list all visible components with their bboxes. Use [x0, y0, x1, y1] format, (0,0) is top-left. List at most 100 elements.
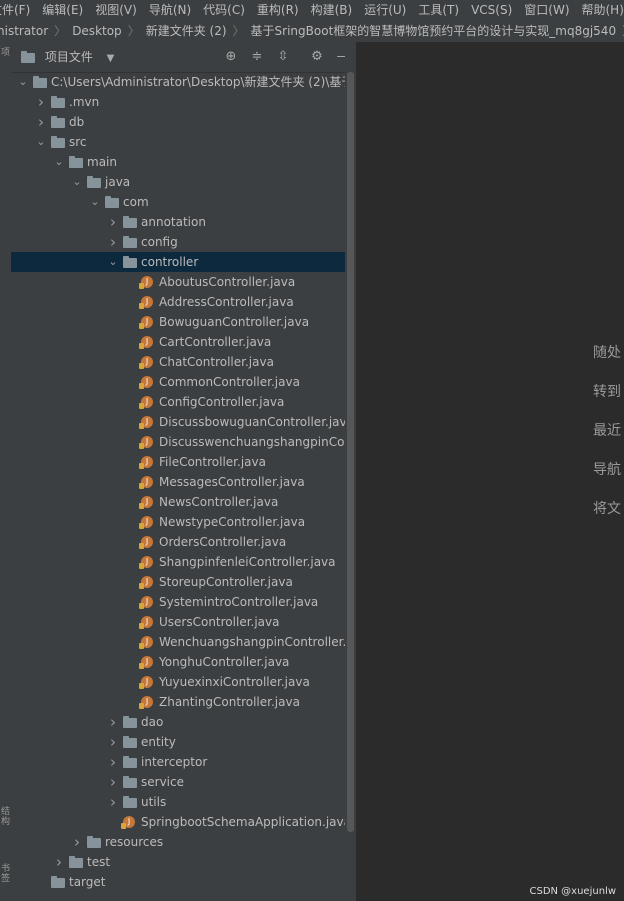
chevron-right-icon[interactable]: › [107, 232, 119, 252]
chevron-right-icon[interactable]: › [107, 772, 119, 792]
chevron-down-icon[interactable]: ⌄ [71, 172, 83, 192]
menu-item[interactable]: 编辑(E) [42, 0, 83, 20]
chevron-down-icon[interactable]: ⌄ [35, 132, 47, 152]
menu-item[interactable]: 代码(C) [203, 0, 245, 20]
menu-item[interactable]: 帮助(H) [582, 0, 624, 20]
tree-row-java-file[interactable]: J CartController.java [11, 332, 356, 352]
tree-item-label: config [141, 235, 178, 249]
tree-row-java-file[interactable]: J AddressController.java [11, 292, 356, 312]
stripe-structure-tab[interactable]: 结构 [0, 807, 11, 827]
breadcrumb-item[interactable]: Desktop [72, 20, 122, 42]
breadcrumb-item[interactable]: nistrator [0, 20, 48, 42]
tree-row-folder[interactable]: ⌄ main [11, 152, 356, 172]
tree-row-folder[interactable]: › utils [11, 792, 356, 812]
tree-row-java-file[interactable]: J AboutusController.java [11, 272, 356, 292]
tree-row-folder[interactable]: ⌄ controller [11, 252, 356, 272]
menu-item[interactable]: 视图(V) [95, 0, 137, 20]
gear-icon[interactable]: ⚙ [309, 49, 325, 65]
tree-row-folder[interactable]: › annotation [11, 212, 356, 232]
java-class-icon: J [139, 636, 153, 649]
chevron-right-icon[interactable]: › [107, 712, 119, 732]
breadcrumb-item[interactable]: 基于SringBoot框架的智慧博物馆预约平台的设计与实现_mq8gj540 [251, 20, 617, 42]
stripe-bookmarks-tab[interactable]: 书签 [0, 864, 11, 884]
tree-row-java-file[interactable]: J ShangpinfenleiController.java [11, 552, 356, 572]
tree-row-folder[interactable]: › db [11, 112, 356, 132]
tree-row-java-file[interactable]: J ChatController.java [11, 352, 356, 372]
tree-row-folder[interactable]: › service [11, 772, 356, 792]
menu-item[interactable]: 窗口(W) [524, 0, 569, 20]
chevron-down-icon[interactable]: ⌄ [89, 192, 101, 212]
chevron-right-icon[interactable]: › [107, 752, 119, 772]
java-class-icon: J [139, 416, 153, 429]
tree-row-folder[interactable]: › entity [11, 732, 356, 752]
tree-item-label: annotation [141, 215, 206, 229]
tree-row-java-file[interactable]: J StoreupController.java [11, 572, 356, 592]
tree-row-java-file[interactable]: J SpringbootSchemaApplication.java [11, 812, 356, 832]
menu-item[interactable]: 工具(T) [418, 0, 459, 20]
tree-row-folder[interactable]: › dao [11, 712, 356, 732]
java-class-icon: J [121, 816, 135, 829]
tree-row-java-file[interactable]: J NewsController.java [11, 492, 356, 512]
folder-icon [69, 156, 83, 168]
tree-row-java-file[interactable]: J BowuguanController.java [11, 312, 356, 332]
chevron-right-icon[interactable]: › [107, 792, 119, 812]
chevron-right-icon[interactable]: › [71, 832, 83, 852]
tree-row-java-file[interactable]: J ZhantingController.java [11, 692, 356, 712]
chevron-right-icon[interactable]: › [35, 112, 47, 132]
tree-item-label: NewstypeController.java [159, 515, 306, 529]
scrollbar-thumb[interactable] [347, 72, 354, 832]
menu-item[interactable]: 构建(B) [311, 0, 353, 20]
tree-row-java-file[interactable]: J WenchuangshangpinController.jav [11, 632, 356, 652]
tree-row-folder[interactable]: › resources [11, 832, 356, 852]
tree-row-folder[interactable]: › .mvn [11, 92, 356, 112]
chevron-down-icon[interactable]: ⌄ [17, 72, 29, 92]
expand-all-icon[interactable]: ≑ [249, 49, 265, 65]
tree-row-folder[interactable]: › interceptor [11, 752, 356, 772]
editor-hint-goto-file: 转到 [593, 384, 621, 400]
tree-row-folder[interactable]: › config [11, 232, 356, 252]
project-view-selector[interactable]: 项目文件 ▼ [21, 42, 114, 72]
crosshair-icon[interactable]: ⊕ [223, 49, 239, 65]
tree-row-folder[interactable]: ⌄ java [11, 172, 356, 192]
tree-row-java-file[interactable]: J YuyuexinxiController.java [11, 672, 356, 692]
tree-row-java-file[interactable]: J ConfigController.java [11, 392, 356, 412]
project-panel: 项目文件 ▼ ⊕ ≑ ⇳ ⚙ — ⌄ C:\Users\Administrator… [11, 42, 356, 901]
collapse-all-icon[interactable]: ⇳ [275, 49, 291, 65]
tree-scrollbar[interactable] [345, 42, 356, 901]
chevron-right-icon[interactable]: › [107, 732, 119, 752]
tree-row-java-file[interactable]: J SystemintroController.java [11, 592, 356, 612]
editor-hint-navigation-bar: 导航 [593, 462, 621, 478]
menu-item[interactable]: 重构(R) [257, 0, 299, 20]
tree-row-java-file[interactable]: J FileController.java [11, 452, 356, 472]
tree-row-folder[interactable]: › test [11, 852, 356, 872]
tree-row-java-file[interactable]: J CommonController.java [11, 372, 356, 392]
menu-item[interactable]: 文件(F) [0, 0, 30, 20]
java-class-icon: J [139, 476, 153, 489]
chevron-right-icon[interactable]: › [107, 212, 119, 232]
menu-item[interactable]: 导航(N) [149, 0, 191, 20]
menu-item[interactable]: VCS(S) [471, 0, 512, 20]
tree-row-java-file[interactable]: J NewstypeController.java [11, 512, 356, 532]
java-class-icon: J [139, 336, 153, 349]
tree-row-folder[interactable]: ⌄ C:\Users\Administrator\Desktop\新建文件夹 (2… [11, 72, 356, 92]
tree-row-java-file[interactable]: J YonghuController.java [11, 652, 356, 672]
folder-icon [51, 136, 65, 148]
tree-row-folder[interactable]: ⌄ com [11, 192, 356, 212]
breadcrumb-item[interactable]: 新建文件夹 (2) [146, 20, 227, 42]
chevron-down-icon[interactable]: ▼ [107, 53, 115, 64]
tree-row-folder[interactable]: target [11, 872, 356, 892]
folder-icon [87, 176, 101, 188]
chevron-down-icon[interactable]: ⌄ [53, 152, 65, 172]
tree-row-folder[interactable]: ⌄ src [11, 132, 356, 152]
folder-icon [123, 216, 137, 228]
chevron-down-icon[interactable]: ⌄ [107, 252, 119, 272]
menu-item[interactable]: 运行(U) [364, 0, 406, 20]
tree-row-java-file[interactable]: J MessagesController.java [11, 472, 356, 492]
stripe-project-tab[interactable]: 项 [0, 48, 11, 58]
tree-row-java-file[interactable]: J OrdersController.java [11, 532, 356, 552]
tree-row-java-file[interactable]: J DiscussbowuguanController.java [11, 412, 356, 432]
chevron-right-icon[interactable]: › [35, 92, 47, 112]
tree-row-java-file[interactable]: J DiscusswenchuangshangpinContro [11, 432, 356, 452]
chevron-right-icon[interactable]: › [53, 852, 65, 872]
tree-row-java-file[interactable]: J UsersController.java [11, 612, 356, 632]
